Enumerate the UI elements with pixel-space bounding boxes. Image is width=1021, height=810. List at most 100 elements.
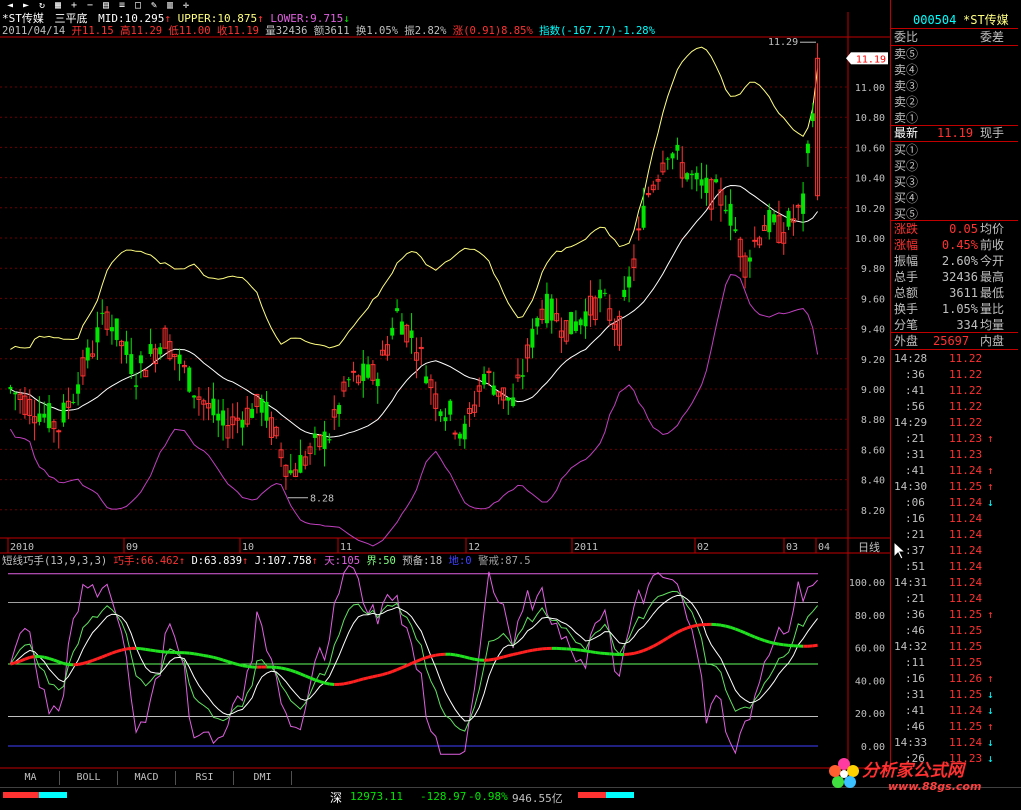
qiaoshou-segment <box>716 625 721 626</box>
qiaoshou-segment <box>122 649 127 650</box>
candle-body-down <box>187 368 191 392</box>
candle-body-down <box>767 210 771 232</box>
indicator-title[interactable]: 短线巧手(13,9,3,3) <box>2 555 107 567</box>
price-tick-label: 9.00 <box>861 385 885 396</box>
candle-body-down <box>806 144 810 153</box>
tick-price: 11.23 <box>949 447 982 463</box>
tick-time: :56 <box>905 399 925 415</box>
tick-row: :5611.22 <box>891 399 1018 415</box>
qiaoshou-segment <box>383 673 388 674</box>
candle-body-down <box>323 432 327 449</box>
tick-time: 14:29 <box>894 415 927 431</box>
date-label: 03 <box>786 542 798 553</box>
price-tick-label: 10.00 <box>855 234 885 245</box>
candle-body-down <box>448 401 452 415</box>
candle-body-down <box>772 214 776 222</box>
qiaoshou-segment <box>431 655 436 656</box>
qiaoshou-segment <box>213 657 218 658</box>
candle-body-down <box>574 321 578 331</box>
tick-price: 11.24 <box>949 591 982 607</box>
price-tick-label: 10.80 <box>855 113 885 124</box>
candle-body-down <box>521 375 525 377</box>
logo-text: 分析家公式网 <box>862 756 964 781</box>
tab-dmi[interactable]: DMI <box>234 771 292 785</box>
stat-row: 振幅2.60%今开 <box>891 253 1018 269</box>
qiaoshou-segment <box>83 662 88 663</box>
qiaoshou-segment <box>416 659 421 661</box>
qiaoshou-segment <box>344 683 349 684</box>
tick-row: :36 11.22 <box>891 367 1018 383</box>
qiaoshou-segment <box>513 653 518 654</box>
qiaoshou-segment <box>668 635 673 638</box>
tick-time: :36 <box>905 367 925 383</box>
tick-price: 11.24 <box>949 543 982 559</box>
quote-code: 000504 <box>913 12 956 28</box>
qiaoshou-segment <box>663 638 668 641</box>
qiaoshou-segment <box>286 669 291 670</box>
waipan-value: 25697 <box>933 333 969 349</box>
candle-body-down <box>685 173 689 179</box>
price-tick-label: 9.60 <box>861 294 885 305</box>
indicator-tick-label: 80.00 <box>855 611 885 622</box>
sell-level-3-label: 卖③ <box>894 78 918 94</box>
candle-body-down <box>642 206 646 228</box>
tick-time: :46 <box>905 719 925 735</box>
tick-price: 11.24 <box>949 527 982 543</box>
stat-label-2: 均量 <box>980 317 1004 333</box>
xianshou-label: 现手 <box>980 125 1004 141</box>
tick-time: :41 <box>905 703 925 719</box>
quote-name: *ST传媒 <box>963 12 1009 28</box>
tick-price: 11.22 <box>949 383 982 399</box>
qiaoshou-segment <box>325 683 330 684</box>
qiaoshou-segment <box>523 651 528 652</box>
tab-ma[interactable]: MA <box>2 771 60 785</box>
qiaoshou-segment <box>233 663 238 664</box>
qiaoshou-segment <box>247 666 252 667</box>
d-value: D:63.839 <box>191 555 242 567</box>
buy-level-3: 买③ <box>891 174 1018 190</box>
tick-row: 14:3211.25 <box>891 639 1018 655</box>
candle-body-down <box>313 434 317 438</box>
tick-row: :4611.25 <box>891 623 1018 639</box>
qiaoshou-segment <box>697 625 702 626</box>
tab-macd[interactable]: MACD <box>118 771 176 785</box>
status-index-value: 12973.11 <box>350 790 403 803</box>
boll-mid-line <box>10 186 817 438</box>
tick-price: 11.22 <box>949 351 982 367</box>
candlestick-chart[interactable]: 11.0010.8010.6010.4010.2010.009.809.609.… <box>0 0 890 770</box>
tick-time: :21 <box>905 527 925 543</box>
qiaoshou-segment <box>745 633 750 635</box>
high-price-label: 11.29 <box>768 37 798 48</box>
weibi-row: 委比 委差 <box>891 29 1018 45</box>
status-index-pct: -0.98% <box>468 790 508 803</box>
price-tick-label: 8.60 <box>861 445 885 456</box>
qiaoshou-segment <box>281 668 286 669</box>
qiaoshou-segment <box>276 667 281 668</box>
qiaoshou-segment <box>528 650 533 651</box>
tick-row: :1111.25 <box>891 655 1018 671</box>
qiaoshou-segment <box>726 626 731 627</box>
candle-body-down <box>463 424 467 440</box>
tick-row: 14:3111.24 <box>891 575 1018 591</box>
candle-body-down <box>327 439 331 440</box>
candle-body-down <box>410 330 414 338</box>
tick-price: 11.24 <box>949 703 982 719</box>
candle-body-down <box>748 258 752 262</box>
stat-label-2: 均价 <box>980 221 1004 237</box>
qiaoshou-segment <box>779 644 784 645</box>
tick-price: 11.22 <box>949 367 982 383</box>
qiaoshou-segment <box>39 657 44 658</box>
waipan-label: 外盘 <box>894 333 918 349</box>
tick-up-arrow-icon: ↑ <box>987 463 994 479</box>
tick-row: :1611.26↑ <box>891 671 1018 687</box>
tab-boll[interactable]: BOLL <box>60 771 118 785</box>
candle-body-down <box>395 308 399 311</box>
candle-body-down <box>76 384 80 393</box>
candle-body-down <box>37 414 41 422</box>
tick-price: 11.25 <box>949 639 982 655</box>
qiaoshou-segment <box>494 658 499 659</box>
tab-rsi[interactable]: RSI <box>176 771 234 785</box>
qiaoshou-segment <box>397 668 402 670</box>
buy-level-3-label: 买③ <box>894 174 918 190</box>
period-label[interactable]: 日线 <box>858 540 880 554</box>
